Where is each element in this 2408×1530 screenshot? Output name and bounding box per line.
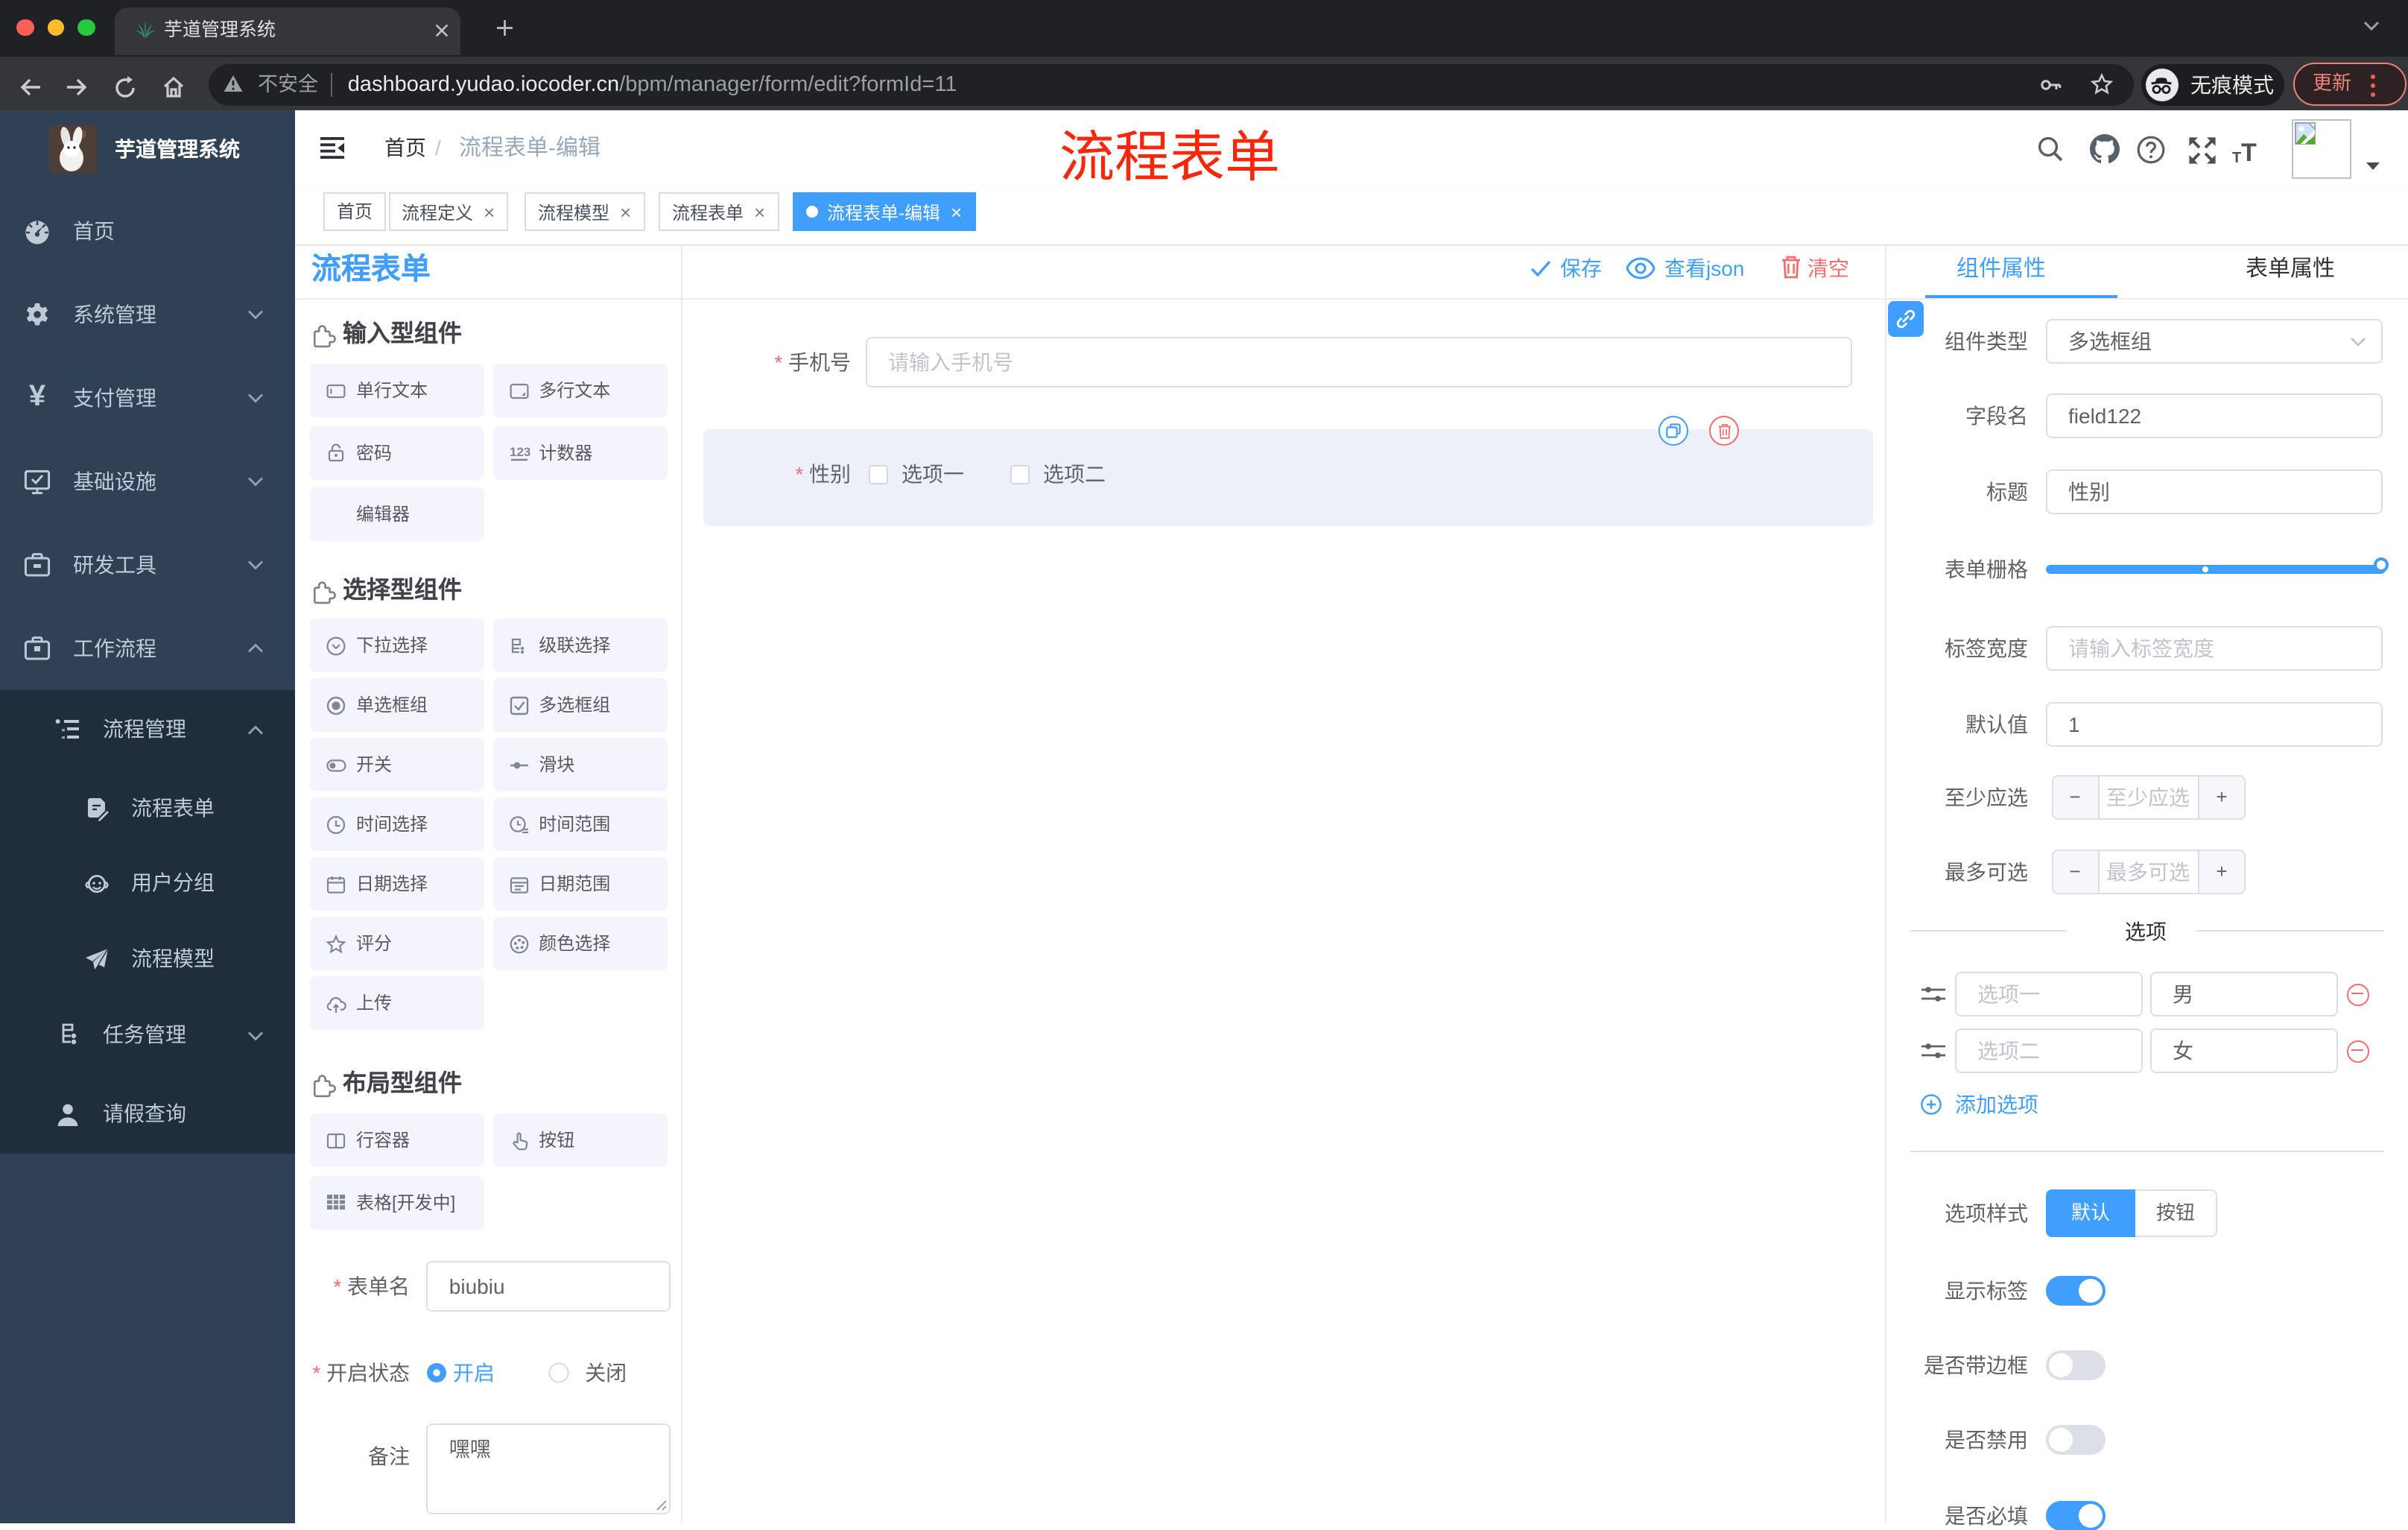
svg-text:T: T — [2241, 139, 2257, 167]
svg-text:123: 123 — [509, 445, 530, 459]
svg-text:T: T — [2232, 150, 2241, 166]
